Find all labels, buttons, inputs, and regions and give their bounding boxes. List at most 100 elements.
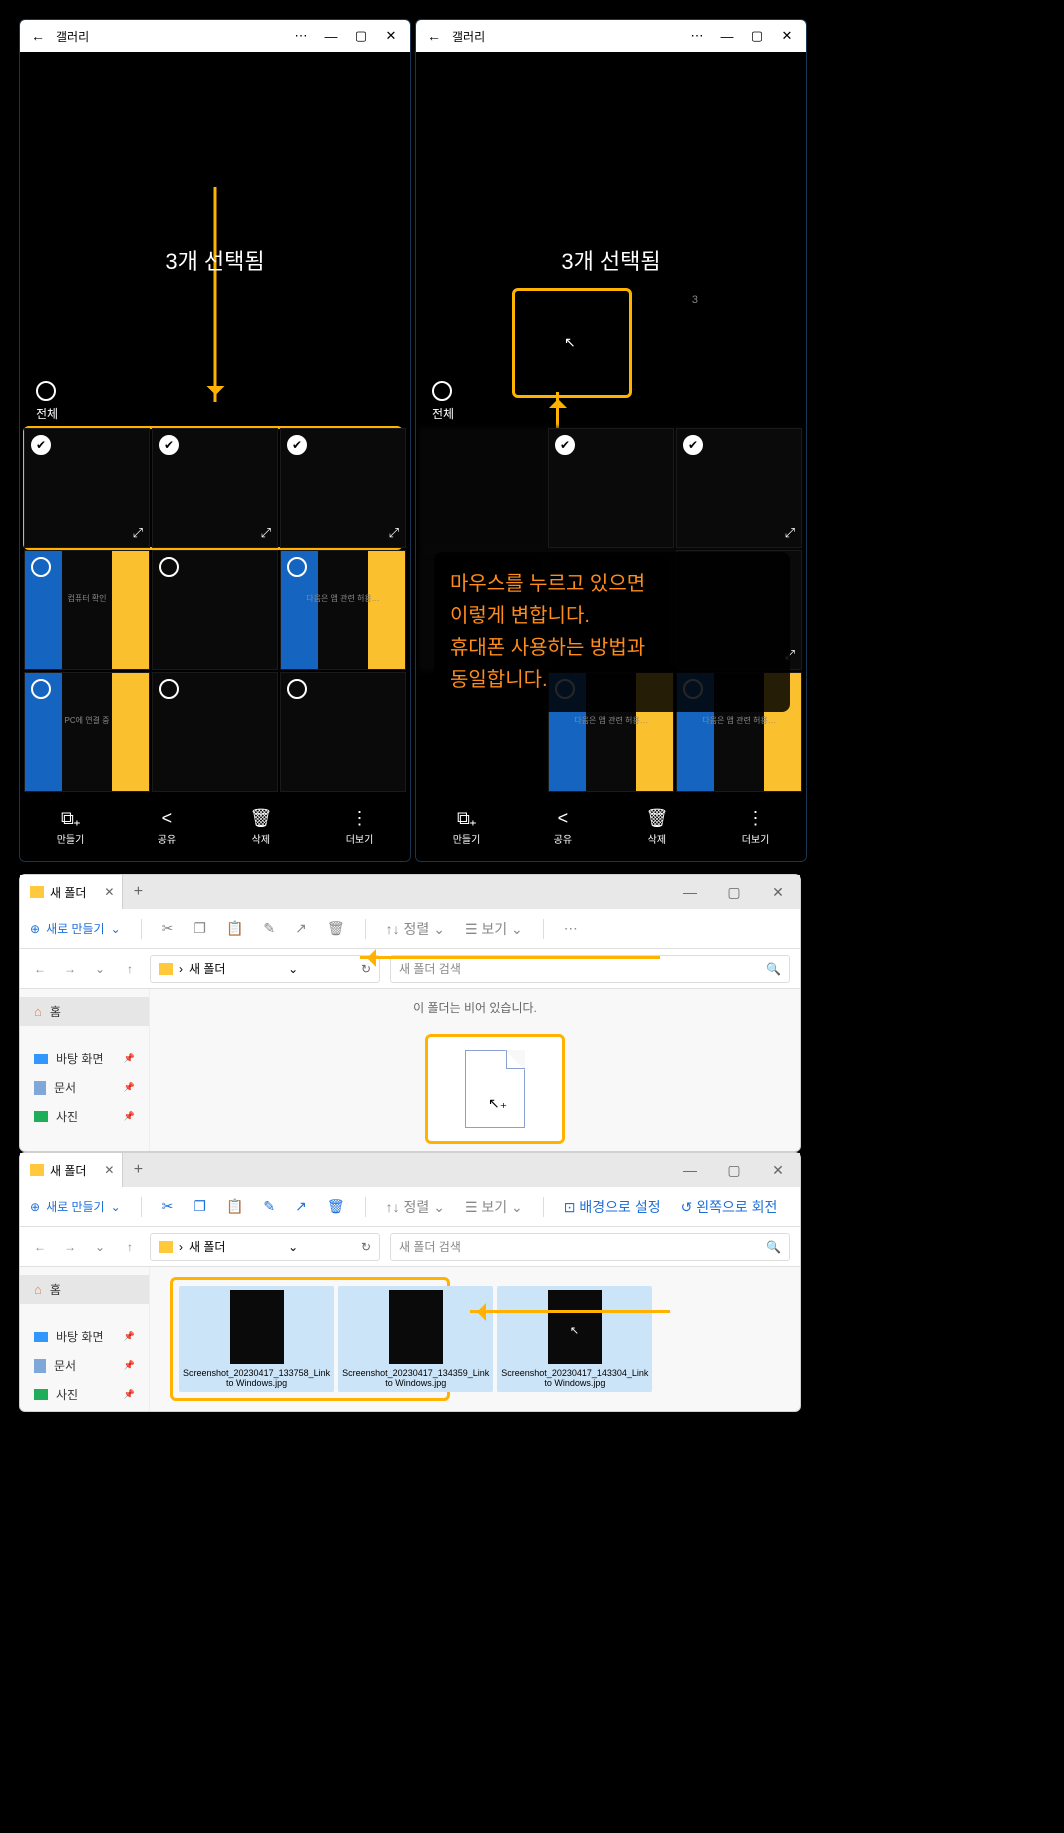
delete-button[interactable]: 🗑삭제 — [645, 808, 668, 846]
file-item[interactable]: Screenshot_20230417_133758_Link to Windo… — [179, 1286, 334, 1392]
trash-icon[interactable]: 🗑 — [327, 1198, 345, 1215]
thumbnail[interactable] — [420, 428, 546, 548]
breadcrumb[interactable]: 새 폴더 — [189, 1238, 225, 1255]
select-all[interactable]: 전체 — [432, 381, 454, 422]
check-icon[interactable] — [287, 557, 307, 577]
new-button[interactable]: ⊕새로 만들기⌄ — [30, 920, 121, 937]
chevron-down-icon[interactable]: ⌄ — [90, 962, 110, 976]
more-icon[interactable]: ⋯ — [286, 28, 316, 44]
rotate-button[interactable]: ↺ 왼쪽으로 회전 — [681, 1197, 778, 1217]
chevron-down-icon[interactable]: ⌄ — [288, 1240, 298, 1254]
thumbnail[interactable]: 다음은 앱 관련 허용… — [280, 550, 406, 670]
check-icon[interactable]: ✔ — [31, 435, 51, 455]
cut-icon[interactable]: ✂ — [162, 920, 174, 937]
copy-icon[interactable]: ❐ — [193, 1198, 206, 1215]
share-button[interactable]: <공유 — [554, 808, 572, 846]
forward-icon[interactable]: → — [60, 962, 80, 976]
sidebar-item-desktop[interactable]: 바탕 화면📌 — [20, 1044, 149, 1073]
thumbnail[interactable]: ✔⤢ — [152, 428, 278, 548]
address-bar[interactable]: ›새 폴더⌄↻ — [150, 1233, 380, 1261]
view-button[interactable]: ☰ 보기 ⌄ — [465, 1197, 523, 1217]
rename-icon[interactable]: ✎ — [263, 1198, 275, 1215]
minimize-button[interactable]: — — [668, 884, 712, 901]
sidebar-item-pictures[interactable]: 사진📌 — [20, 1380, 149, 1409]
more-button[interactable]: ⋮더보기 — [346, 808, 374, 846]
overflow-icon[interactable]: ⋯ — [564, 920, 578, 937]
share-icon[interactable]: ↗ — [295, 1198, 307, 1215]
paste-icon[interactable]: 📋 — [226, 1198, 243, 1215]
check-icon[interactable] — [31, 557, 51, 577]
sidebar-item-documents[interactable]: 문서📌 — [20, 1073, 149, 1102]
minimize-button[interactable]: — — [316, 29, 346, 44]
close-button[interactable]: ✕ — [756, 884, 800, 901]
close-button[interactable]: ✕ — [772, 28, 802, 44]
maximize-button[interactable]: ▢ — [712, 1162, 756, 1179]
sort-button[interactable]: ↑↓ 정렬 ⌄ — [386, 919, 445, 939]
chevron-down-icon[interactable]: ⌄ — [288, 962, 298, 976]
share-icon[interactable]: ↗ — [295, 920, 307, 937]
back-icon[interactable]: ← — [30, 962, 50, 976]
new-button[interactable]: ⊕새로 만들기⌄ — [30, 1198, 121, 1215]
check-icon[interactable] — [31, 679, 51, 699]
tab[interactable]: 새 폴더✕ — [20, 875, 123, 909]
thumbnail[interactable]: PC에 연결 중 — [24, 672, 150, 792]
close-button[interactable]: ✕ — [376, 28, 406, 44]
search-input[interactable]: 새 폴더 검색🔍 — [390, 1233, 790, 1261]
sidebar-item-home[interactable]: ⌂홈 — [20, 1275, 149, 1304]
sidebar-item-pictures[interactable]: 사진📌 — [20, 1102, 149, 1131]
select-all-checkbox[interactable] — [36, 381, 56, 401]
select-all[interactable]: 전체 — [36, 381, 58, 422]
breadcrumb[interactable]: 새 폴더 — [189, 960, 225, 977]
up-icon[interactable]: ↑ — [120, 1240, 140, 1254]
set-background-button[interactable]: ⊡ 배경으로 설정 — [564, 1197, 661, 1217]
new-tab-button[interactable]: + — [123, 1161, 153, 1179]
maximize-button[interactable]: ▢ — [712, 884, 756, 901]
share-button[interactable]: <공유 — [158, 808, 176, 846]
chevron-down-icon[interactable]: ⌄ — [90, 1240, 110, 1254]
more-button[interactable]: ⋮더보기 — [742, 808, 770, 846]
refresh-icon[interactable]: ↻ — [361, 1240, 371, 1254]
paste-icon[interactable]: 📋 — [226, 920, 243, 937]
expand-icon[interactable]: ⤢ — [261, 525, 271, 541]
create-button[interactable]: ⧉₊만들기 — [57, 808, 85, 846]
content-area[interactable]: 이 폴더는 비어 있습니다. ↖₊ — [150, 989, 800, 1151]
more-icon[interactable]: ⋯ — [682, 28, 712, 44]
sidebar-item-home[interactable]: ⌂홈 — [20, 997, 149, 1026]
sidebar-item-documents[interactable]: 문서📌 — [20, 1351, 149, 1380]
maximize-button[interactable]: ▢ — [346, 28, 376, 44]
expand-icon[interactable]: ⤢ — [389, 525, 399, 541]
close-tab-icon[interactable]: ✕ — [104, 885, 114, 899]
thumbnail[interactable] — [676, 428, 802, 548]
up-icon[interactable]: ↑ — [120, 962, 140, 976]
thumbnail[interactable]: ✔⤢ — [280, 428, 406, 548]
close-tab-icon[interactable]: ✕ — [104, 1163, 114, 1177]
select-all-checkbox[interactable] — [432, 381, 452, 401]
thumbnail[interactable] — [548, 428, 674, 548]
file-item[interactable]: ↖Screenshot_20230417_143304_Link to Wind… — [497, 1286, 652, 1392]
file-item[interactable]: Screenshot_20230417_134359_Link to Windo… — [338, 1286, 493, 1392]
view-button[interactable]: ☰ 보기 ⌄ — [465, 919, 523, 939]
rename-icon[interactable]: ✎ — [263, 920, 275, 937]
check-icon[interactable] — [159, 679, 179, 699]
forward-icon[interactable]: → — [60, 1240, 80, 1254]
thumbnail[interactable]: ✔⤢ — [24, 428, 150, 548]
check-icon[interactable] — [159, 557, 179, 577]
check-icon[interactable]: ✔ — [287, 435, 307, 455]
check-icon[interactable]: ✔ — [159, 435, 179, 455]
check-icon[interactable] — [287, 679, 307, 699]
expand-icon[interactable]: ⤢ — [133, 525, 143, 541]
back-arrow-icon[interactable]: ← — [420, 28, 448, 44]
minimize-button[interactable]: — — [668, 1162, 712, 1179]
sort-button[interactable]: ↑↓ 정렬 ⌄ — [386, 1197, 445, 1217]
thumbnail[interactable]: 컴퓨터 확인 — [24, 550, 150, 670]
new-tab-button[interactable]: + — [123, 883, 153, 901]
maximize-button[interactable]: ▢ — [742, 28, 772, 44]
thumbnail[interactable] — [280, 672, 406, 792]
copy-icon[interactable]: ❐ — [193, 920, 206, 937]
cut-icon[interactable]: ✂ — [162, 1198, 174, 1215]
close-button[interactable]: ✕ — [756, 1162, 800, 1179]
back-arrow-icon[interactable]: ← — [24, 28, 52, 44]
trash-icon[interactable]: 🗑 — [327, 920, 345, 937]
thumbnail[interactable] — [152, 672, 278, 792]
minimize-button[interactable]: — — [712, 29, 742, 44]
